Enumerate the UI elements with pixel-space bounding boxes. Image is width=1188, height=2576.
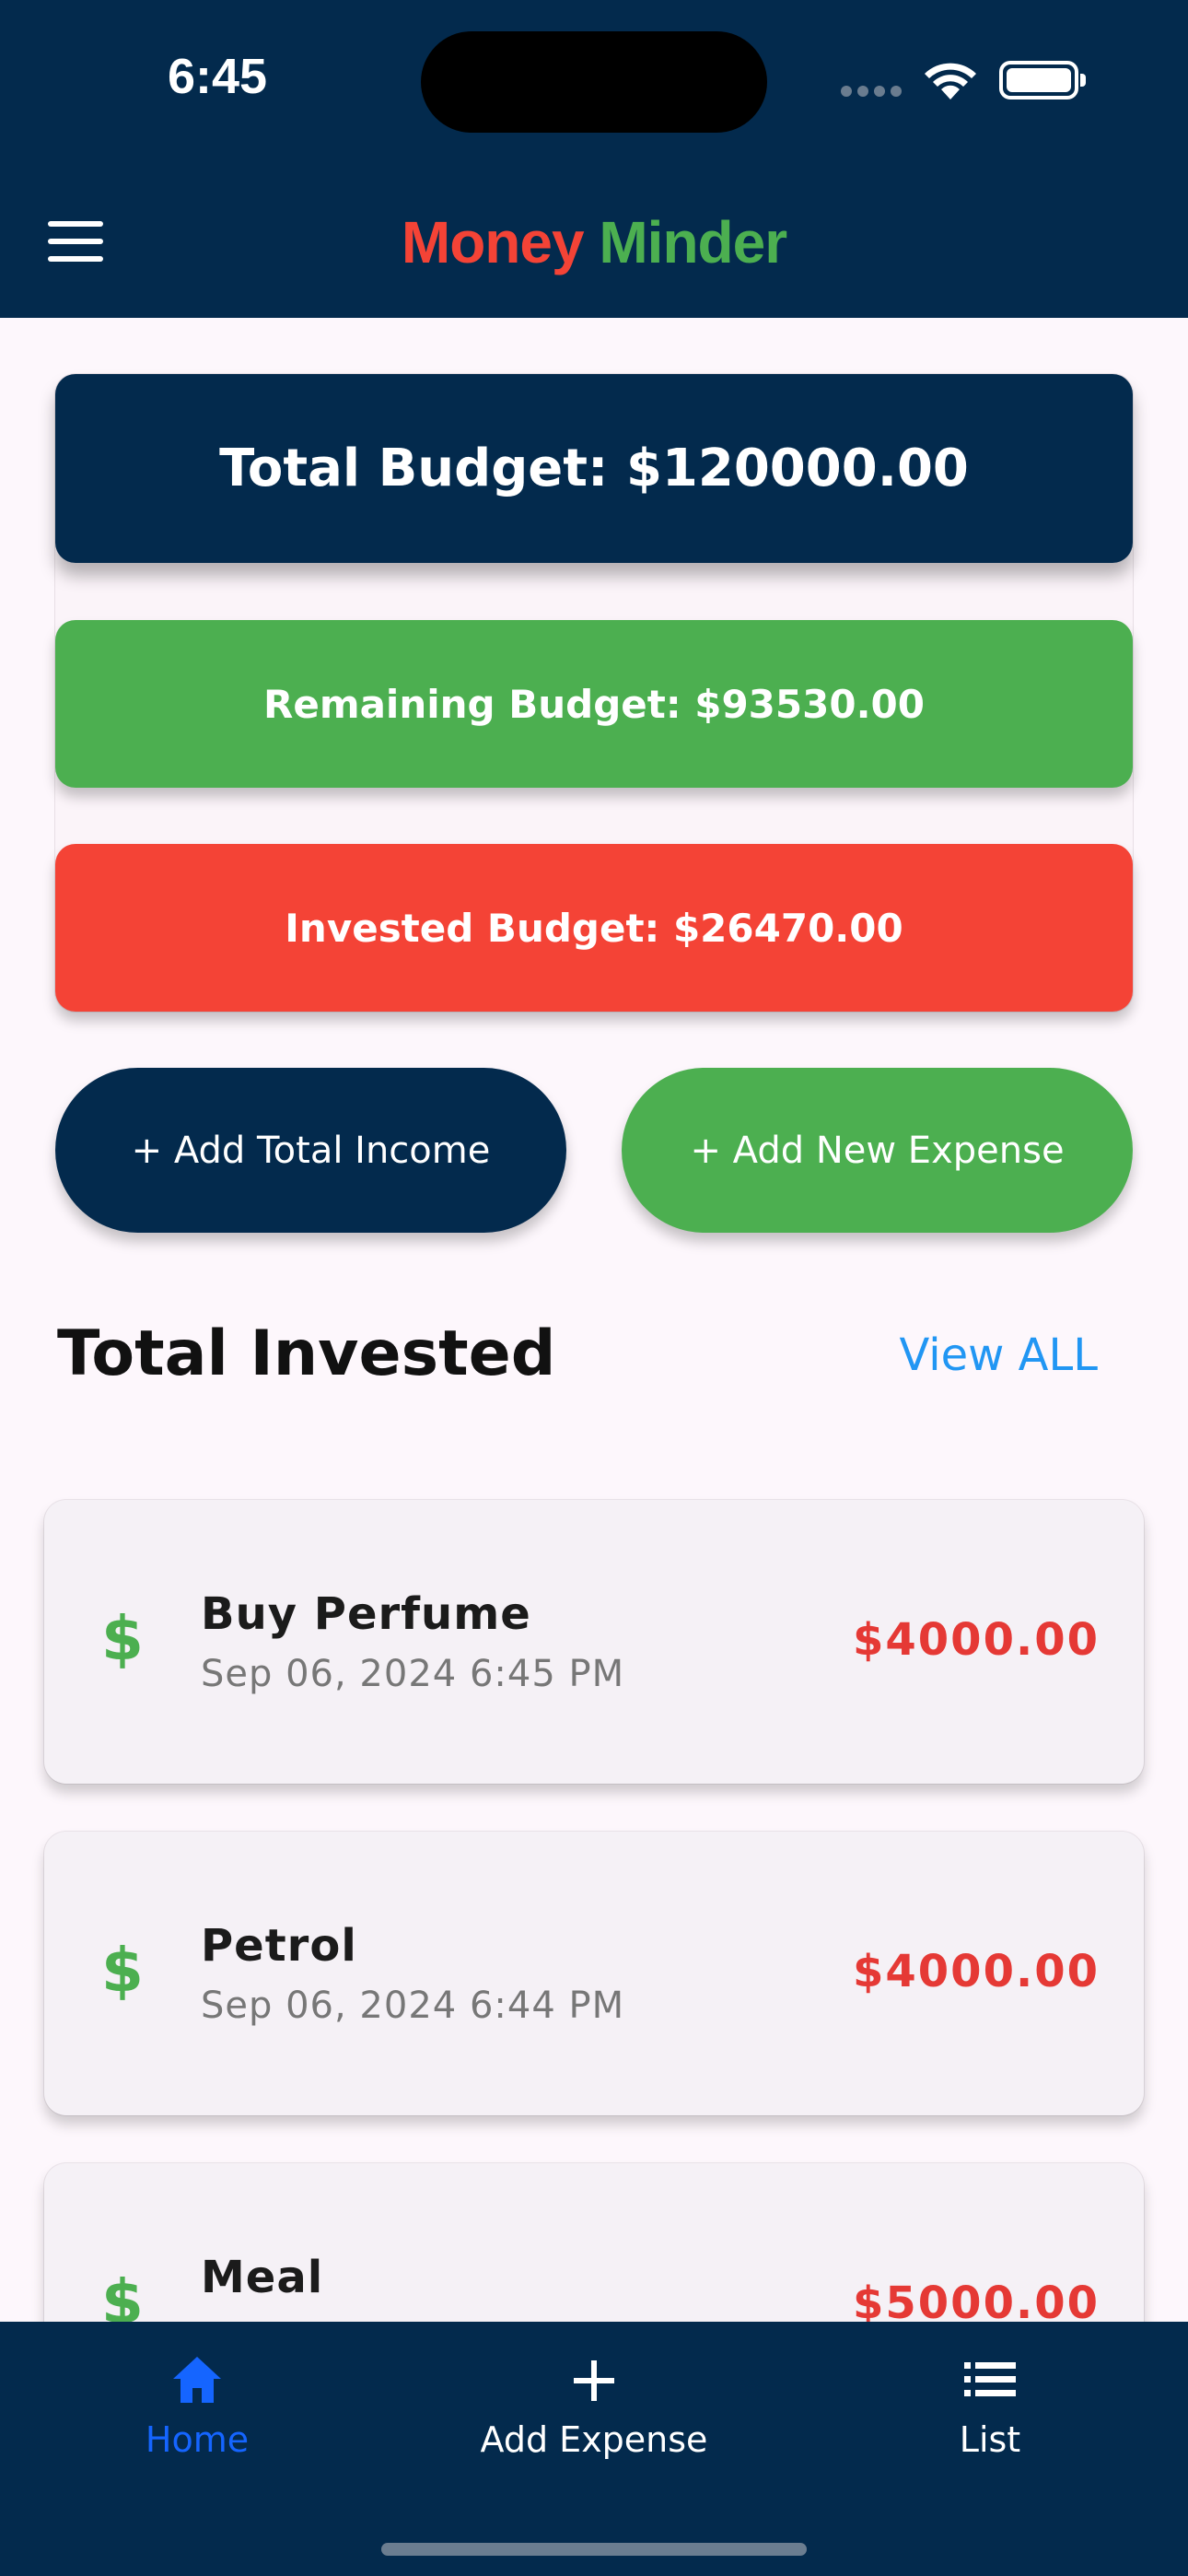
item-amount: $4000.00 xyxy=(852,1614,1100,1666)
status-time: 6:45 xyxy=(168,49,268,104)
wifi-icon xyxy=(925,63,976,100)
list-item[interactable]: $ Buy Perfume Sep 06, 2024 6:45 PM $4000… xyxy=(44,1500,1144,1784)
item-name: Meal xyxy=(201,2252,324,2303)
nav-list-label: List xyxy=(959,2419,1021,2460)
nav-add-expense-label: Add Expense xyxy=(480,2419,708,2460)
app-title: Money Minder xyxy=(0,208,1188,276)
total-budget-card: Total Budget: $120000.00 xyxy=(55,374,1133,563)
app-title-money: Money xyxy=(401,209,585,275)
nav-home-label: Home xyxy=(145,2419,250,2460)
add-total-income-button[interactable]: + Add Total Income xyxy=(55,1068,566,1233)
view-all-link[interactable]: View ALL xyxy=(900,1329,1098,1381)
section-title: Total Invested xyxy=(57,1317,556,1390)
item-date: Sep 06, 2024 6:44 PM xyxy=(201,1985,625,2027)
dynamic-island xyxy=(421,31,767,133)
app-title-minder: Minder xyxy=(599,209,787,275)
home-icon xyxy=(173,2357,221,2403)
nav-list[interactable]: List xyxy=(852,2348,1128,2460)
dollar-icon: $ xyxy=(101,1603,144,1674)
top-app-bar: 6:45 Money Minder xyxy=(0,0,1188,318)
nav-add-expense[interactable]: Add Expense xyxy=(456,2348,732,2460)
cellular-signal-icon xyxy=(841,85,907,101)
bottom-navigation: Home Add Expense List xyxy=(0,2322,1188,2576)
home-indicator[interactable] xyxy=(381,2543,807,2556)
item-amount: $4000.00 xyxy=(852,1946,1100,1997)
battery-icon xyxy=(999,61,1086,100)
item-name: Petrol xyxy=(201,1920,357,1972)
invested-budget-card: Invested Budget: $26470.00 xyxy=(55,844,1133,1012)
nav-home[interactable]: Home xyxy=(59,2348,335,2460)
dollar-icon: $ xyxy=(101,1935,144,2006)
add-new-expense-button[interactable]: + Add New Expense xyxy=(622,1068,1133,1233)
list-icon xyxy=(964,2362,1016,2396)
list-item[interactable]: $ Petrol Sep 06, 2024 6:44 PM $4000.00 xyxy=(44,1832,1144,2115)
item-name: Buy Perfume xyxy=(201,1588,531,1640)
remaining-budget-card: Remaining Budget: $93530.00 xyxy=(55,620,1133,788)
plus-icon xyxy=(574,2360,614,2401)
item-date: Sep 06, 2024 6:45 PM xyxy=(201,1653,625,1695)
